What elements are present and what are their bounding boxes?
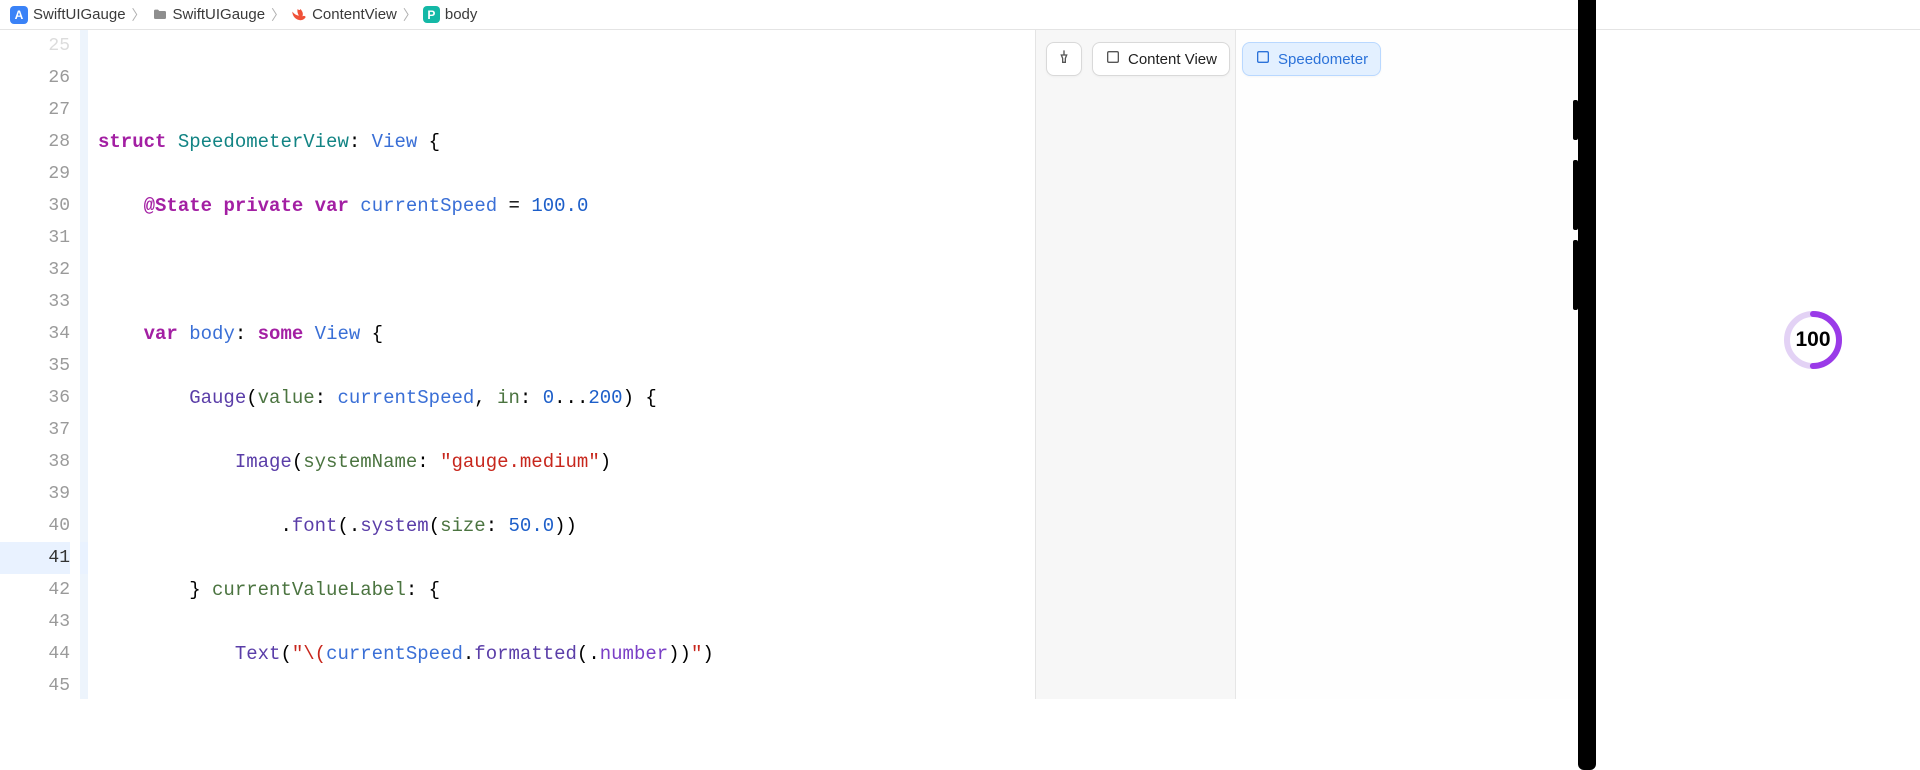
preview-panel: Content View Speedometer (1035, 30, 1920, 699)
device-screen: 100 (1596, 30, 1920, 729)
preview-speedometer-label: Speedometer (1278, 51, 1368, 68)
code-line: } currentValueLabel: { (98, 574, 1035, 606)
line-number: 28 (0, 126, 70, 158)
breadcrumb-symbol-label: body (445, 6, 478, 23)
preview-contentview-label: Content View (1128, 51, 1217, 68)
line-number: 44 (0, 638, 70, 670)
line-number: 39 (0, 478, 70, 510)
breadcrumb-file[interactable]: ContentView (291, 6, 397, 23)
preview-struct-icon (1105, 49, 1121, 69)
code-line: .font(.system(size: 50.0)) (98, 510, 1035, 542)
line-number: 27 (0, 94, 70, 126)
chevron-right-icon: 〉 (403, 5, 417, 25)
breadcrumb-symbol[interactable]: P body (423, 6, 478, 23)
code-line: Text("\(currentSpeed.formatted(.number))… (98, 638, 1035, 670)
change-bar (80, 30, 88, 699)
line-number: 25 (0, 30, 70, 62)
code-line: struct SpeedometerView: View { (98, 126, 1035, 158)
chevron-right-icon: 〉 (132, 5, 146, 25)
line-number: 26 (0, 62, 70, 94)
line-number: 42 (0, 574, 70, 606)
preview-struct-icon (1255, 49, 1271, 69)
line-number: 37 (0, 414, 70, 446)
line-number: 40 (0, 510, 70, 542)
preview-canvas[interactable]: Speedometer 100 (1236, 30, 1920, 699)
line-number: 43 (0, 606, 70, 638)
line-number: 31 (0, 222, 70, 254)
code-line: var body: some View { (98, 318, 1035, 350)
line-number: 30 (0, 190, 70, 222)
swift-file-icon (291, 7, 307, 23)
preview-toolbar: Content View (1046, 42, 1230, 76)
device-volume-down (1573, 240, 1578, 310)
code-area[interactable]: struct SpeedometerView: View { @State pr… (88, 30, 1035, 699)
line-number: 34 (0, 318, 70, 350)
breadcrumb: A SwiftUIGauge 〉 SwiftUIGauge 〉 ContentV… (0, 0, 1920, 30)
breadcrumb-project-label: SwiftUIGauge (33, 6, 126, 23)
preview-contentview-button[interactable]: Content View (1092, 42, 1230, 76)
line-number: 32 (0, 254, 70, 286)
breadcrumb-file-label: ContentView (312, 6, 397, 23)
pin-icon (1056, 49, 1072, 69)
code-line (98, 254, 1035, 286)
code-line: Image(systemName: "gauge.medium") (98, 446, 1035, 478)
line-number: 33 (0, 286, 70, 318)
line-number: 36 (0, 382, 70, 414)
line-number-gutter: 25 2627282930313233343536373839404142434… (0, 30, 80, 699)
breadcrumb-folder[interactable]: SwiftUIGauge (152, 6, 266, 23)
gauge-value: 100 (1783, 310, 1843, 370)
breadcrumb-project[interactable]: A SwiftUIGauge (10, 6, 126, 24)
breadcrumb-folder-label: SwiftUIGauge (173, 6, 266, 23)
device-mute-switch (1573, 100, 1578, 140)
device-edge-left (1578, 0, 1596, 770)
code-line: @State private var currentSpeed = 100.0 (98, 190, 1035, 222)
gauge-widget: 100 (1783, 310, 1843, 370)
preview-toolbar-right: Speedometer (1242, 42, 1381, 76)
code-line (98, 62, 1035, 94)
line-number: 38 (0, 446, 70, 478)
app-icon: A (10, 6, 28, 24)
preview-sidebar: Content View (1036, 30, 1236, 699)
main-area: 25 2627282930313233343536373839404142434… (0, 30, 1920, 699)
code-editor[interactable]: 25 2627282930313233343536373839404142434… (0, 30, 1035, 699)
line-number: 35 (0, 350, 70, 382)
code-line: Gauge(value: currentSpeed, in: 0...200) … (98, 382, 1035, 414)
line-number: 29 (0, 158, 70, 190)
line-number: 45 (0, 670, 70, 702)
chevron-right-icon: 〉 (271, 5, 285, 25)
pin-preview-button[interactable] (1046, 42, 1082, 76)
device-volume-up (1573, 160, 1578, 230)
folder-icon (152, 7, 168, 23)
preview-speedometer-button[interactable]: Speedometer (1242, 42, 1381, 76)
property-icon: P (423, 6, 440, 23)
line-number: 41 (0, 542, 70, 574)
